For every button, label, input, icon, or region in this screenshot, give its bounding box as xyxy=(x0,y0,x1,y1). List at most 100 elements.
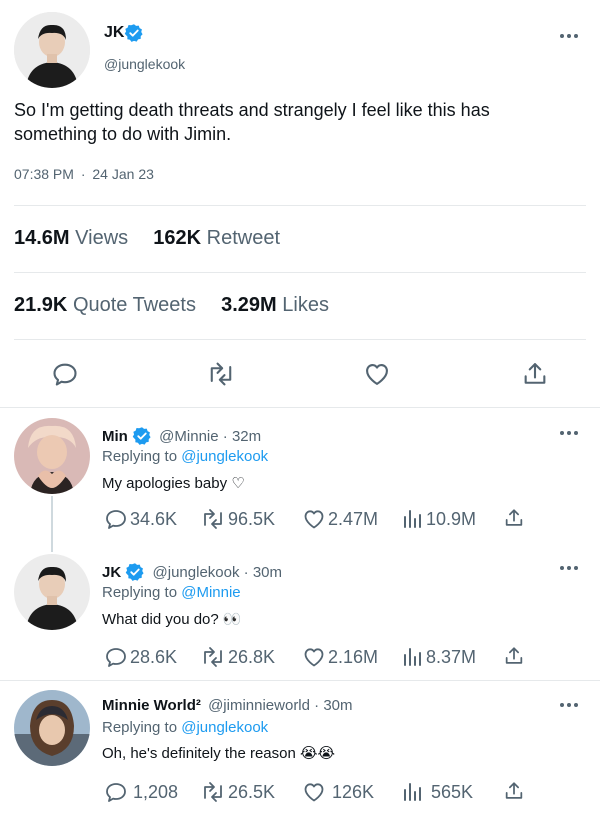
reply-icon xyxy=(106,510,126,529)
tweet-time: 07:38 PM xyxy=(14,166,74,182)
reply-count: 1,208 xyxy=(133,781,179,802)
reply-action[interactable]: 34.6K xyxy=(104,507,177,531)
reply-header: JK @junglekook · 30m xyxy=(102,562,282,582)
more-icon[interactable] xyxy=(560,34,578,38)
more-icon[interactable] xyxy=(560,566,578,570)
views-action[interactable]: 8.37M xyxy=(402,645,476,669)
like-count: 2.16M xyxy=(328,646,379,667)
views-icon xyxy=(404,648,421,666)
reply-count: 34.6K xyxy=(130,508,178,529)
likes-label[interactable]: Likes xyxy=(282,294,329,316)
like-action[interactable]: 2.47M xyxy=(302,507,378,531)
divider xyxy=(0,407,600,408)
tweet-date: 24 Jan 23 xyxy=(92,166,154,182)
views-icon xyxy=(404,783,421,801)
avatar-image xyxy=(14,418,90,494)
reply-author-name[interactable]: JK xyxy=(102,564,121,581)
reply-text: What did you do? 👀 xyxy=(102,611,242,628)
divider xyxy=(14,339,586,340)
thread-line xyxy=(51,496,53,552)
views-count: 8.37M xyxy=(426,646,477,667)
replying-to-handle[interactable]: @junglekook xyxy=(181,719,268,736)
views-action[interactable]: 565K xyxy=(402,780,473,804)
replying-to-handle[interactable]: @Minnie xyxy=(181,584,240,601)
divider xyxy=(14,272,586,273)
timestamp-separator: · xyxy=(80,166,86,182)
like-action[interactable]: 126K xyxy=(302,780,374,804)
retweet-icon xyxy=(204,782,222,802)
replying-prefix: Replying to xyxy=(102,448,178,465)
reply-text: Oh, he's definitely the reason 😭😭 xyxy=(102,745,336,762)
views-action[interactable]: 10.9M xyxy=(402,507,476,531)
replying-prefix: Replying to xyxy=(102,719,178,736)
quotes-count[interactable]: 21.9K xyxy=(14,294,67,316)
share-icon[interactable] xyxy=(503,507,525,529)
views-count: 565K xyxy=(431,781,474,802)
verified-badge-icon xyxy=(126,562,144,581)
reply-author-handle[interactable]: @Minnie xyxy=(159,428,218,445)
reply-icon xyxy=(106,783,126,802)
divider xyxy=(0,680,600,681)
retweet-icon[interactable] xyxy=(206,360,236,388)
views-count: 14.6M xyxy=(14,227,70,249)
quotes-label[interactable]: Quote Tweets xyxy=(73,294,196,316)
author-avatar[interactable] xyxy=(14,12,90,88)
reply-action[interactable]: 1,208 xyxy=(104,780,178,804)
share-icon[interactable] xyxy=(503,645,525,667)
likes-count[interactable]: 3.29M xyxy=(221,294,277,316)
tweet-text: So I'm getting death threats and strange… xyxy=(14,100,490,144)
like-action[interactable]: 2.16M xyxy=(302,645,378,669)
like-count: 2.47M xyxy=(328,508,379,529)
replying-to: Replying to @Minnie xyxy=(102,584,241,601)
more-icon[interactable] xyxy=(560,431,578,435)
retweet-action[interactable]: 96.5K xyxy=(200,507,275,531)
reply-header: Minnie World² @jiminnieworld · 30m xyxy=(102,697,353,714)
retweet-action[interactable]: 26.5K xyxy=(200,780,275,804)
replying-prefix: Replying to xyxy=(102,584,178,601)
reply-avatar[interactable] xyxy=(14,554,90,630)
reply-time[interactable]: 30m xyxy=(323,697,352,714)
reply-action[interactable]: 28.6K xyxy=(104,645,177,669)
reply-author-handle[interactable]: @junglekook xyxy=(153,564,240,581)
reply-count: 28.6K xyxy=(130,646,178,667)
verified-badge-icon xyxy=(132,426,151,445)
retweet-action[interactable]: 26.8K xyxy=(200,645,275,669)
reply-author-handle[interactable]: @jiminnieworld xyxy=(208,697,310,714)
like-icon xyxy=(304,510,324,529)
replying-to-handle[interactable]: @junglekook xyxy=(181,448,268,465)
author-name[interactable]: JK xyxy=(104,24,124,42)
reply-text: My apologies baby ♡ xyxy=(102,475,245,492)
share-icon[interactable] xyxy=(521,360,549,388)
reply-time[interactable]: 32m xyxy=(232,428,261,445)
views-label: Views xyxy=(75,227,129,249)
views-count: 10.9M xyxy=(426,508,477,529)
like-icon xyxy=(304,783,324,802)
retweet-count: 26.5K xyxy=(228,781,276,802)
retweets-count[interactable]: 162K xyxy=(153,227,201,249)
retweet-count: 26.8K xyxy=(228,646,276,667)
like-count: 126K xyxy=(332,781,375,802)
like-icon xyxy=(304,648,324,667)
reply-time[interactable]: 30m xyxy=(253,564,282,581)
verified-badge-icon xyxy=(124,24,143,42)
author-handle[interactable]: @junglekook xyxy=(104,56,185,72)
avatar-image xyxy=(14,554,90,630)
replying-to: Replying to @junglekook xyxy=(102,719,268,736)
tweet-timestamp: 07:38 PM · 24 Jan 23 xyxy=(14,166,154,182)
more-icon[interactable] xyxy=(560,703,578,707)
retweet-icon xyxy=(204,509,222,529)
reply-icon xyxy=(106,648,126,667)
reply-avatar[interactable] xyxy=(14,418,90,494)
retweets-label[interactable]: Retweet xyxy=(207,227,280,249)
reply-icon[interactable] xyxy=(51,360,79,388)
share-icon[interactable] xyxy=(503,780,525,802)
like-icon[interactable] xyxy=(362,360,392,388)
avatar-image xyxy=(14,12,90,88)
replying-to: Replying to @junglekook xyxy=(102,448,268,465)
reply-author-name[interactable]: Minnie World² xyxy=(102,697,201,714)
avatar-image xyxy=(14,690,90,766)
retweet-count: 96.5K xyxy=(228,508,276,529)
reply-avatar[interactable] xyxy=(14,690,90,766)
reply-author-name[interactable]: Min xyxy=(102,428,128,445)
divider xyxy=(14,205,586,206)
